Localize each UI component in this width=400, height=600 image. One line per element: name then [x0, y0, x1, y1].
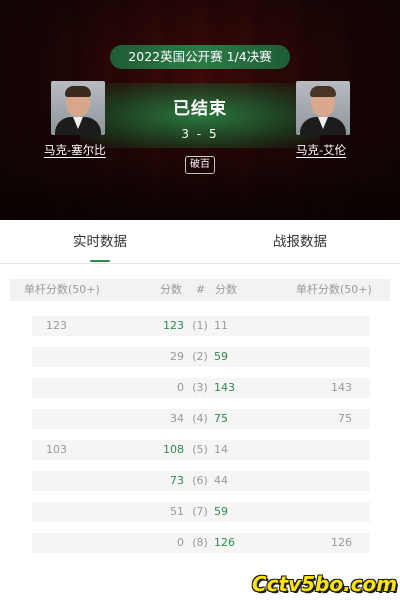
score-left: 73 — [170, 474, 184, 487]
active-tab-indicator — [90, 260, 110, 262]
table-row: 0 (8) 126 126 — [32, 533, 370, 553]
table-row: 0 (3) 143 143 — [32, 378, 370, 398]
table-row: 34 (4) 75 75 — [32, 409, 370, 429]
break-right: 143 — [331, 381, 352, 394]
frame-number: (1) — [192, 319, 208, 332]
col-break-right: 单杆分数(50+) — [296, 283, 372, 296]
break-left: 103 — [46, 443, 67, 456]
tab-live-data[interactable]: 实时数据 — [0, 220, 200, 264]
score-left: 34 — [170, 412, 184, 425]
table-row: 73 (6) 44 — [32, 471, 370, 491]
match-score: 3 - 5 — [181, 127, 219, 141]
score-right: 44 — [214, 474, 228, 487]
site-watermark: Cctv5bo.com — [252, 572, 398, 596]
score-left: 0 — [177, 536, 184, 549]
score-right: 59 — [214, 505, 228, 518]
score-right: 75 — [214, 412, 228, 425]
tab-bar: 实时数据 战报数据 — [0, 220, 400, 264]
break-right: 75 — [338, 412, 352, 425]
frame-number: (6) — [192, 474, 208, 487]
score-left: 123 — [163, 319, 184, 332]
frame-number: (2) — [192, 350, 208, 363]
table-header: 单杆分数(50+) 分数 # 分数 单杆分数(50+) — [10, 279, 390, 301]
break-right: 126 — [331, 536, 352, 549]
score-right: 14 — [214, 443, 228, 456]
score-right: 11 — [214, 319, 228, 332]
score-right: 126 — [214, 536, 235, 549]
player-left-name[interactable]: 马克-塞尔比 — [44, 142, 106, 158]
table-row: 123 123 (1) 11 — [32, 316, 370, 336]
break-left: 123 — [46, 319, 67, 332]
score-right: 143 — [214, 381, 235, 394]
frame-number: (8) — [192, 536, 208, 549]
event-title: 2022英国公开赛 1/4决赛 — [110, 45, 290, 69]
frame-number: (7) — [192, 505, 208, 518]
score-left: 51 — [170, 505, 184, 518]
frame-number: (3) — [192, 381, 208, 394]
col-score-left: 分数 — [160, 283, 182, 296]
match-status: 已结束 — [173, 99, 227, 119]
player-right-avatar[interactable] — [296, 81, 350, 135]
score-left: 108 — [163, 443, 184, 456]
col-score-right: 分数 — [215, 283, 237, 296]
score-left: 0 — [177, 381, 184, 394]
tab-report-data[interactable]: 战报数据 — [200, 220, 400, 264]
table-row: 103 108 (5) 14 — [32, 440, 370, 460]
player-right-name[interactable]: 马克-艾伦 — [296, 142, 346, 158]
score-left: 29 — [170, 350, 184, 363]
table-row: 51 (7) 59 — [32, 502, 370, 522]
col-frame: # — [196, 283, 206, 296]
col-break-left: 单杆分数(50+) — [24, 283, 100, 296]
table-row: 29 (2) 59 — [32, 347, 370, 367]
score-right: 59 — [214, 350, 228, 363]
frame-number: (4) — [192, 412, 208, 425]
match-header: 2022英国公开赛 1/4决赛 马克-塞尔比 已结束 3 - 5 破百 马克-艾… — [0, 0, 400, 220]
century-badge: 破百 — [185, 156, 215, 174]
player-left-avatar[interactable] — [51, 81, 105, 135]
frame-number: (5) — [192, 443, 208, 456]
